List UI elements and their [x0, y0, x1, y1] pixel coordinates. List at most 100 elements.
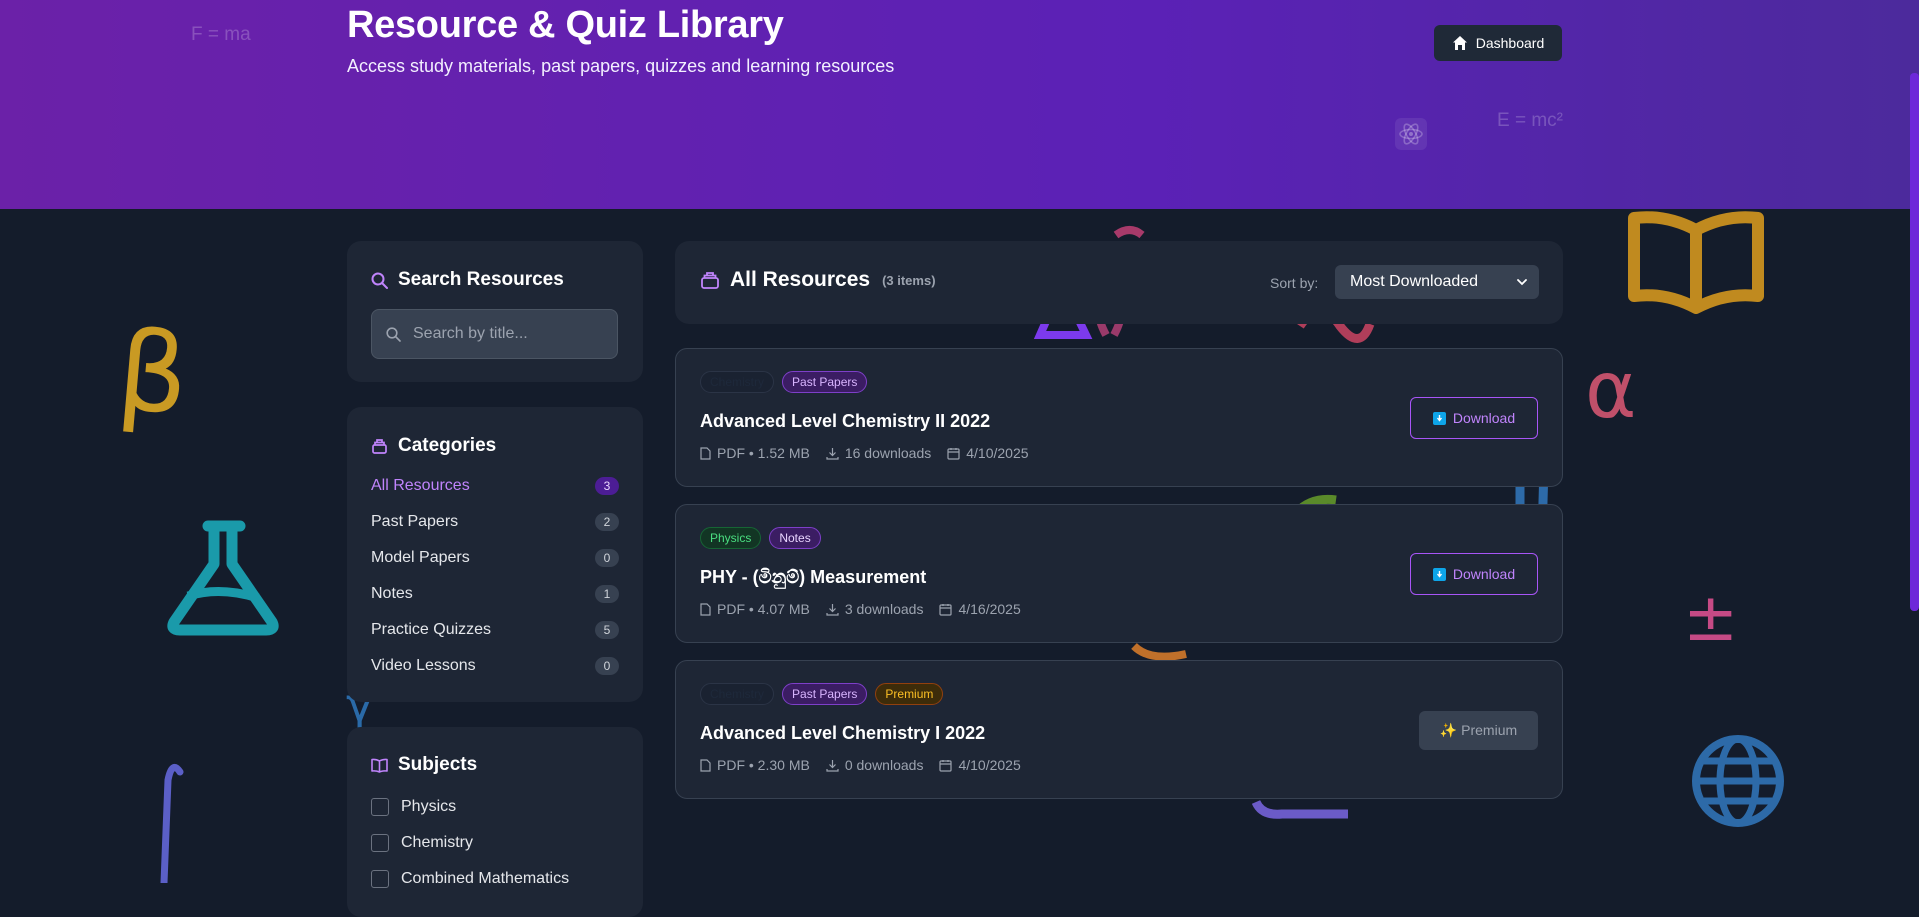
file-info: PDF • 4.07 MB: [717, 601, 810, 617]
search-icon: [371, 272, 388, 289]
search-input-icon: [386, 326, 401, 342]
sort-label: Sort by:: [1270, 275, 1319, 291]
download-count: 3 downloads: [844, 601, 924, 617]
home-icon: [1452, 36, 1467, 50]
tag-subject: Chemistry: [700, 683, 775, 705]
integral-symbol: [160, 764, 184, 883]
purple-fragment: [1252, 799, 1348, 819]
search-card-title: Search Resources: [371, 269, 564, 291]
upload-date: 4/10/2025: [958, 757, 1021, 773]
download-icon: [826, 447, 839, 460]
resources-title-text: All Resources: [730, 268, 871, 291]
book-open-icon: [371, 758, 388, 773]
layers-icon: [701, 272, 719, 289]
dashboard-label: Dashboard: [1475, 35, 1545, 51]
category-count: 0: [595, 549, 619, 567]
beta-symbol: β: [112, 306, 194, 440]
tag-subject: Physics: [700, 527, 762, 549]
sort-select[interactable]: Most Downloaded: [1335, 265, 1539, 299]
category-practice-quizzes[interactable]: Practice Quizzes 5: [371, 618, 619, 642]
download-button[interactable]: Download: [1410, 397, 1538, 439]
upload-date: 4/16/2025: [958, 601, 1021, 617]
tag-category: Past Papers: [782, 371, 868, 393]
subject-checkbox[interactable]: [371, 798, 389, 816]
category-count: 2: [595, 513, 619, 531]
category-label: Notes: [371, 585, 413, 602]
upload-date: 4/10/2025: [966, 445, 1029, 461]
resources-count: (3 items): [882, 272, 936, 288]
formula-decor-left: F = ma: [191, 24, 251, 45]
tag-subject: Chemistry: [700, 371, 775, 393]
category-past-papers[interactable]: Past Papers 2: [371, 510, 619, 534]
resource-meta: PDF • 4.07 MB 3 downloads 4/16/2025: [700, 601, 1021, 617]
tag-list: Physics Notes: [700, 527, 821, 549]
resource-card[interactable]: Chemistry Past Papers Advanced Level Che…: [675, 348, 1563, 487]
file-icon: [700, 758, 711, 772]
categories-title-text: Categories: [398, 435, 497, 456]
category-video-lessons[interactable]: Video Lessons 0: [371, 654, 619, 678]
file-icon: [700, 602, 711, 616]
premium-label: ✨ Premium: [1439, 722, 1518, 738]
category-count: 5: [595, 621, 619, 639]
page-title: Resource & Quiz Library: [347, 4, 784, 46]
hero-header: F = ma E = mc² Resource & Quiz Library A…: [0, 0, 1919, 209]
premium-button[interactable]: ✨ Premium: [1419, 711, 1538, 750]
search-title-text: Search Resources: [398, 269, 564, 290]
subject-checkbox[interactable]: [371, 870, 389, 888]
chevron-down-icon: [1517, 278, 1527, 285]
download-count: 0 downloads: [844, 757, 924, 773]
search-card: Search Resources: [347, 241, 643, 382]
file-info: PDF • 1.52 MB: [717, 445, 810, 461]
search-field[interactable]: [371, 309, 618, 359]
subject-label: Chemistry: [401, 834, 474, 851]
category-label: Model Papers: [371, 549, 470, 566]
file-icon: [700, 446, 711, 460]
download-label: Download: [1452, 410, 1516, 426]
download-emoji-icon: [1432, 567, 1446, 581]
subject-label: Combined Mathematics: [401, 870, 570, 887]
category-all-resources[interactable]: All Resources 3: [371, 474, 619, 498]
resource-card[interactable]: Physics Notes PHY - (මිනුම්) Measurement…: [675, 504, 1563, 643]
category-notes[interactable]: Notes 1: [371, 582, 619, 606]
book-icon: [1628, 211, 1764, 314]
resource-meta: PDF • 1.52 MB 16 downloads 4/10/2025: [700, 445, 1029, 461]
scrollbar-thumb[interactable]: [1910, 73, 1919, 611]
subjects-card-title: Subjects: [371, 754, 477, 776]
category-count: 0: [595, 657, 619, 675]
download-icon: [826, 759, 839, 772]
subject-chemistry[interactable]: Chemistry: [371, 832, 473, 854]
download-button[interactable]: Download: [1410, 553, 1538, 595]
atom-icon: [1395, 118, 1427, 150]
formula-decor-right: E = mc²: [1497, 110, 1563, 131]
resource-title: Advanced Level Chemistry I 2022: [700, 723, 986, 743]
scrollbar-track[interactable]: [1909, 0, 1919, 883]
subjects-card: Subjects Physics Chemistry Combined Math…: [347, 727, 643, 917]
category-count: 1: [595, 585, 619, 603]
resource-title: Advanced Level Chemistry II 2022: [700, 411, 991, 431]
download-label: Download: [1452, 566, 1516, 582]
resource-meta: PDF • 2.30 MB 0 downloads 4/10/2025: [700, 757, 1021, 773]
calendar-icon: [939, 759, 953, 772]
file-info: PDF • 2.30 MB: [717, 757, 810, 773]
resource-title: PHY - (මිනුම්) Measurement: [700, 567, 927, 587]
category-label: Practice Quizzes: [371, 621, 492, 638]
download-emoji-icon: [1432, 411, 1446, 425]
category-label: All Resources: [371, 477, 470, 494]
subject-physics[interactable]: Physics: [371, 796, 456, 818]
tag-list: Chemistry Past Papers Premium: [700, 683, 944, 705]
search-input[interactable]: [411, 324, 595, 344]
plus-minus-symbol: ±: [1683, 579, 1739, 656]
category-label: Video Lessons: [371, 657, 476, 674]
subject-label: Physics: [401, 798, 457, 815]
dashboard-button[interactable]: Dashboard: [1434, 25, 1562, 61]
tag-list: Chemistry Past Papers: [700, 371, 868, 393]
category-model-papers[interactable]: Model Papers 0: [371, 546, 619, 570]
layers-icon: [372, 438, 387, 454]
sort-value: Most Downloaded: [1350, 273, 1479, 290]
subject-combined-mathematics[interactable]: Combined Mathematics: [371, 868, 569, 890]
subject-checkbox[interactable]: [371, 834, 389, 852]
globe-icon: [1692, 735, 1784, 827]
page-subtitle: Access study materials, past papers, qui…: [347, 56, 895, 76]
tag-premium: Premium: [875, 683, 944, 705]
resource-card[interactable]: Chemistry Past Papers Premium Advanced L…: [675, 660, 1563, 799]
